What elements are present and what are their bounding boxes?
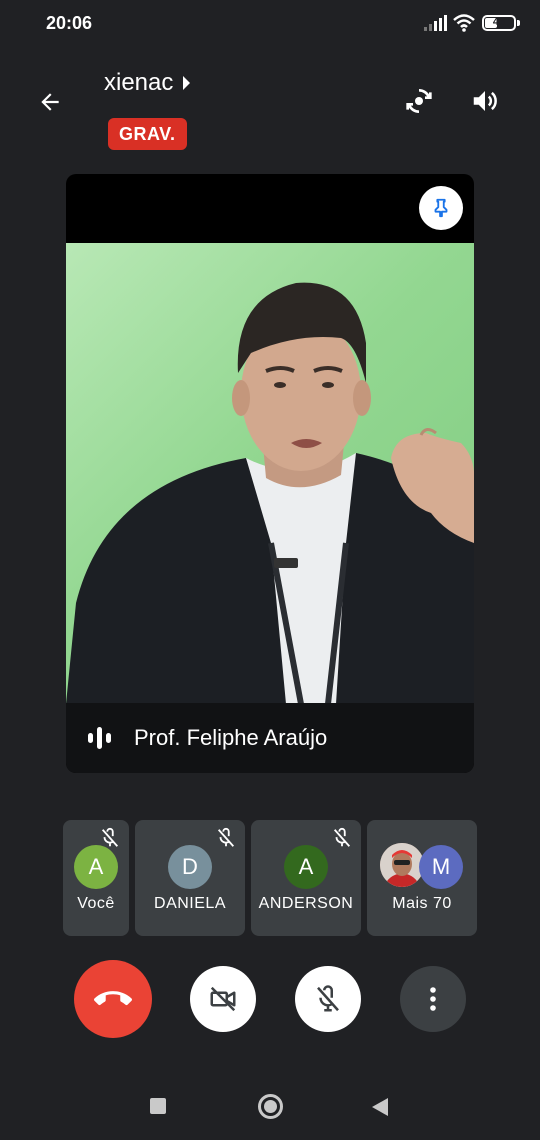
nav-back-button[interactable] [372, 1098, 388, 1116]
switch-camera-button[interactable] [400, 82, 438, 120]
status-bar: 20:06 43 [0, 0, 540, 48]
main-video-tile[interactable]: Prof. Feliphe Araújo [66, 174, 474, 773]
avatar: M [419, 845, 463, 889]
volume-icon [473, 91, 497, 111]
more-vert-icon [430, 987, 436, 1011]
home-button[interactable] [258, 1094, 283, 1119]
signal-icon [424, 15, 447, 31]
speaker-silhouette [66, 282, 474, 704]
participant-name: Mais 70 [392, 895, 452, 912]
recents-button[interactable] [150, 1098, 166, 1114]
participant-name: Você [77, 895, 115, 912]
battery-icon: 43 [482, 15, 516, 31]
participant-tile-anderson[interactable]: A ANDERSON [251, 820, 361, 936]
camera-toggle-button[interactable] [190, 966, 256, 1032]
avatar: D [168, 845, 212, 889]
participant-name: ANDERSON [258, 895, 354, 912]
more-options-button[interactable] [400, 966, 466, 1032]
meeting-title: xienac [104, 69, 174, 96]
chevron-right-icon [183, 76, 191, 90]
speaker-video [66, 243, 474, 704]
camera-off-icon [210, 986, 236, 1012]
recording-badge: GRAV. [108, 118, 187, 150]
participant-photo-avatar [380, 843, 424, 887]
wifi-icon [453, 14, 475, 32]
arrow-left-icon [41, 93, 59, 111]
meeting-info-button[interactable]: xienac [104, 68, 191, 98]
speaker-name-bar: Prof. Feliphe Araújo [66, 703, 474, 773]
battery-nub [517, 20, 520, 26]
participant-tile-daniela[interactable]: D DANIELA [135, 820, 245, 936]
mic-off-icon [217, 827, 235, 847]
participant-name: DANIELA [154, 895, 226, 912]
pin-button[interactable] [419, 186, 463, 230]
mic-toggle-button[interactable] [295, 966, 361, 1032]
battery-level: 43 [492, 16, 506, 28]
mic-off-icon [333, 827, 351, 847]
camera-switch-icon [406, 89, 432, 113]
audio-output-button[interactable] [466, 82, 504, 120]
back-button[interactable] [30, 82, 70, 122]
pin-icon [434, 198, 448, 218]
phone-hangup-icon [94, 991, 132, 1006]
status-time: 20:06 [46, 13, 93, 33]
participant-tile-self[interactable]: A Você [63, 820, 129, 936]
avatar: A [284, 845, 328, 889]
speaker-name: Prof. Feliphe Araújo [134, 725, 328, 750]
end-call-button[interactable] [74, 960, 152, 1038]
mic-off-icon [317, 985, 339, 1012]
audio-levels-icon [86, 725, 114, 751]
home-icon [264, 1100, 277, 1113]
avatar: A [74, 845, 118, 889]
